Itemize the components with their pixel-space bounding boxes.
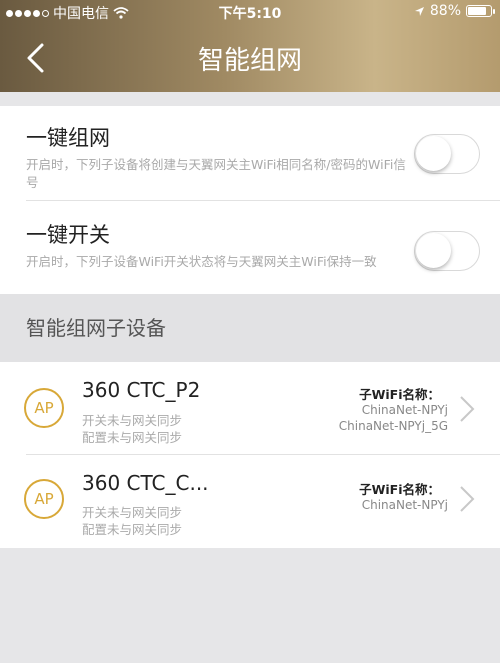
toggle-title: 一键开关 <box>26 223 110 247</box>
toggle-title: 一键组网 <box>26 126 110 150</box>
sub-wifi-names: ChinaNet-NPYj ChinaNet-NPYj_5G <box>339 402 448 434</box>
chevron-right-icon <box>460 396 475 422</box>
battery-percent: 88% <box>429 3 461 19</box>
battery-fill <box>468 7 486 15</box>
wifi-name: ChinaNet-NPYj <box>361 498 448 512</box>
device-row[interactable]: AP 360 CTC_P2 开关未与网关同步 配置未与网关同步 子WiFi名称：… <box>0 362 500 454</box>
subdevices-section-header: 智能组网子设备 <box>0 294 500 362</box>
device-name: 360 CTC_P2 <box>82 378 201 402</box>
location-arrow-icon <box>414 6 424 16</box>
switch-knob <box>416 233 451 268</box>
status-right: 88% <box>414 3 495 19</box>
toggle-description: 开启时，下列子设备将创建与天翼网关主WiFi相同名称/密码的WiFi信号 <box>26 157 406 190</box>
app-header: 中国电信 下午5:10 88% 智能组网 <box>0 0 500 92</box>
device-switch-status: 开关未与网关同步 <box>82 505 183 520</box>
toggle-row-one-key-network: 一键组网 开启时，下列子设备将创建与天翼网关主WiFi相同名称/密码的WiFi信… <box>0 106 500 200</box>
switch-knob <box>416 136 451 171</box>
device-switch-status: 开关未与网关同步 <box>82 413 183 428</box>
nav-bar: 智能组网 <box>0 28 500 88</box>
battery-icon <box>466 5 495 17</box>
sub-wifi-label: 子WiFi名称： <box>359 482 440 497</box>
toggle-settings-section: 一键组网 开启时，下列子设备将创建与天翼网关主WiFi相同名称/密码的WiFi信… <box>0 106 500 294</box>
wifi-name: ChinaNet-NPYj <box>361 403 448 417</box>
toggle-row-one-key-switch: 一键开关 开启时，下列子设备WiFi开关状态将与天翼网关主WiFi保持一致 <box>0 201 500 294</box>
device-config-status: 配置未与网关同步 <box>82 430 183 445</box>
device-list: AP 360 CTC_P2 开关未与网关同步 配置未与网关同步 子WiFi名称：… <box>0 362 500 548</box>
ap-badge-icon: AP <box>24 479 64 519</box>
device-config-status: 配置未与网关同步 <box>82 522 183 537</box>
ap-badge-icon: AP <box>24 388 64 428</box>
device-name: 360 CTC_C... <box>82 471 209 495</box>
sub-wifi-label: 子WiFi名称： <box>359 387 440 402</box>
toggle-description: 开启时，下列子设备WiFi开关状态将与天翼网关主WiFi保持一致 <box>26 254 377 269</box>
one-key-network-switch[interactable] <box>414 134 480 174</box>
status-bar: 中国电信 下午5:10 88% <box>0 0 500 22</box>
device-row[interactable]: AP 360 CTC_C... 开关未与网关同步 配置未与网关同步 子WiFi名… <box>0 455 500 547</box>
chevron-right-icon <box>460 486 475 512</box>
page-title: 智能组网 <box>197 46 302 76</box>
sub-wifi-names: ChinaNet-NPYj <box>362 497 448 513</box>
one-key-switch-switch[interactable] <box>414 231 480 271</box>
wifi-name: ChinaNet-NPYj_5G <box>338 419 448 433</box>
